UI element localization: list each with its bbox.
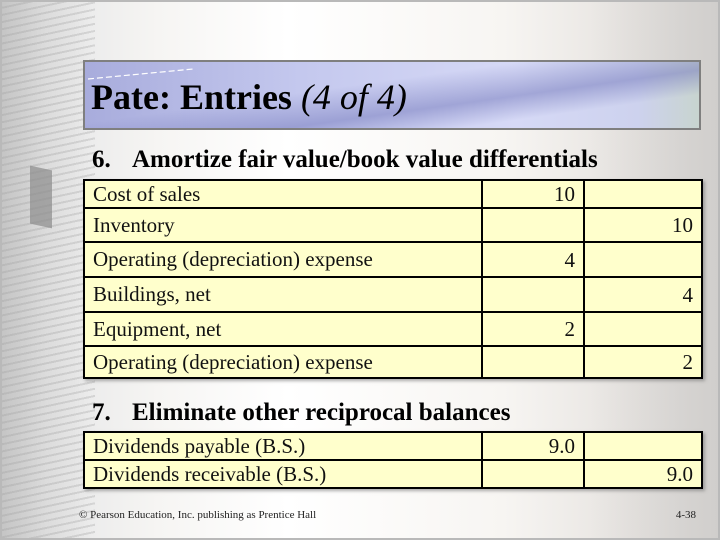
slide-title-subtitle: (4 of 4) <box>300 77 407 117</box>
section-title: Eliminate other reciprocal balances <box>132 399 511 426</box>
credit-cell <box>583 431 703 461</box>
slide-title: Pate: Entries (4 of 4) <box>91 76 407 118</box>
account-cell: Buildings, net <box>83 276 483 313</box>
account-cell: Inventory <box>83 207 483 243</box>
building-window-decoration <box>30 165 52 229</box>
journal-entry-table-6: Cost of sales 10 Inventory 10 Operating … <box>83 179 703 379</box>
debit-cell <box>481 207 585 243</box>
section-number: 7. <box>92 399 111 426</box>
credit-cell: 10 <box>583 207 703 243</box>
account-cell: Operating (depreciation) expense <box>83 345 483 379</box>
title-banner: Pate: Entries (4 of 4) <box>83 60 701 130</box>
credit-cell <box>583 179 703 209</box>
section-number: 6. <box>92 146 111 173</box>
section-heading-6: 6. Amortize fair value/book value differe… <box>92 146 598 174</box>
slide-title-main: Pate: Entries <box>91 77 292 117</box>
table-row: Cost of sales 10 <box>83 179 703 209</box>
account-cell: Cost of sales <box>83 179 483 209</box>
debit-cell: 2 <box>481 311 585 347</box>
debit-cell: 4 <box>481 241 585 278</box>
credit-cell: 9.0 <box>583 459 703 489</box>
table-row: Buildings, net 4 <box>83 276 703 313</box>
table-row: Inventory 10 <box>83 207 703 243</box>
table-row: Operating (depreciation) expense 4 <box>83 241 703 278</box>
account-cell: Operating (depreciation) expense <box>83 241 483 278</box>
building-background-image <box>0 0 95 540</box>
account-cell: Equipment, net <box>83 311 483 347</box>
debit-cell <box>481 276 585 313</box>
account-cell: Dividends payable (B.S.) <box>83 431 483 461</box>
page-number: 4-38 <box>675 509 696 521</box>
debit-cell: 10 <box>481 179 585 209</box>
journal-entry-table-7: Dividends payable (B.S.) 9.0 Dividends r… <box>83 431 703 489</box>
account-cell: Dividends receivable (B.S.) <box>83 459 483 489</box>
credit-cell <box>583 241 703 278</box>
credit-cell: 2 <box>583 345 703 379</box>
table-row: Dividends payable (B.S.) 9.0 <box>83 431 703 461</box>
credit-cell: 4 <box>583 276 703 313</box>
debit-cell <box>481 345 585 379</box>
section-heading-7: 7. Eliminate other reciprocal balances <box>92 399 510 427</box>
debit-cell: 9.0 <box>481 431 585 461</box>
copyright-notice: © Pearson Education, Inc. publishing as … <box>79 509 317 521</box>
credit-cell <box>583 311 703 347</box>
table-row: Equipment, net 2 <box>83 311 703 347</box>
debit-cell <box>481 459 585 489</box>
table-row: Operating (depreciation) expense 2 <box>83 345 703 379</box>
table-row: Dividends receivable (B.S.) 9.0 <box>83 459 703 489</box>
section-title: Amortize fair value/book value different… <box>132 146 598 173</box>
